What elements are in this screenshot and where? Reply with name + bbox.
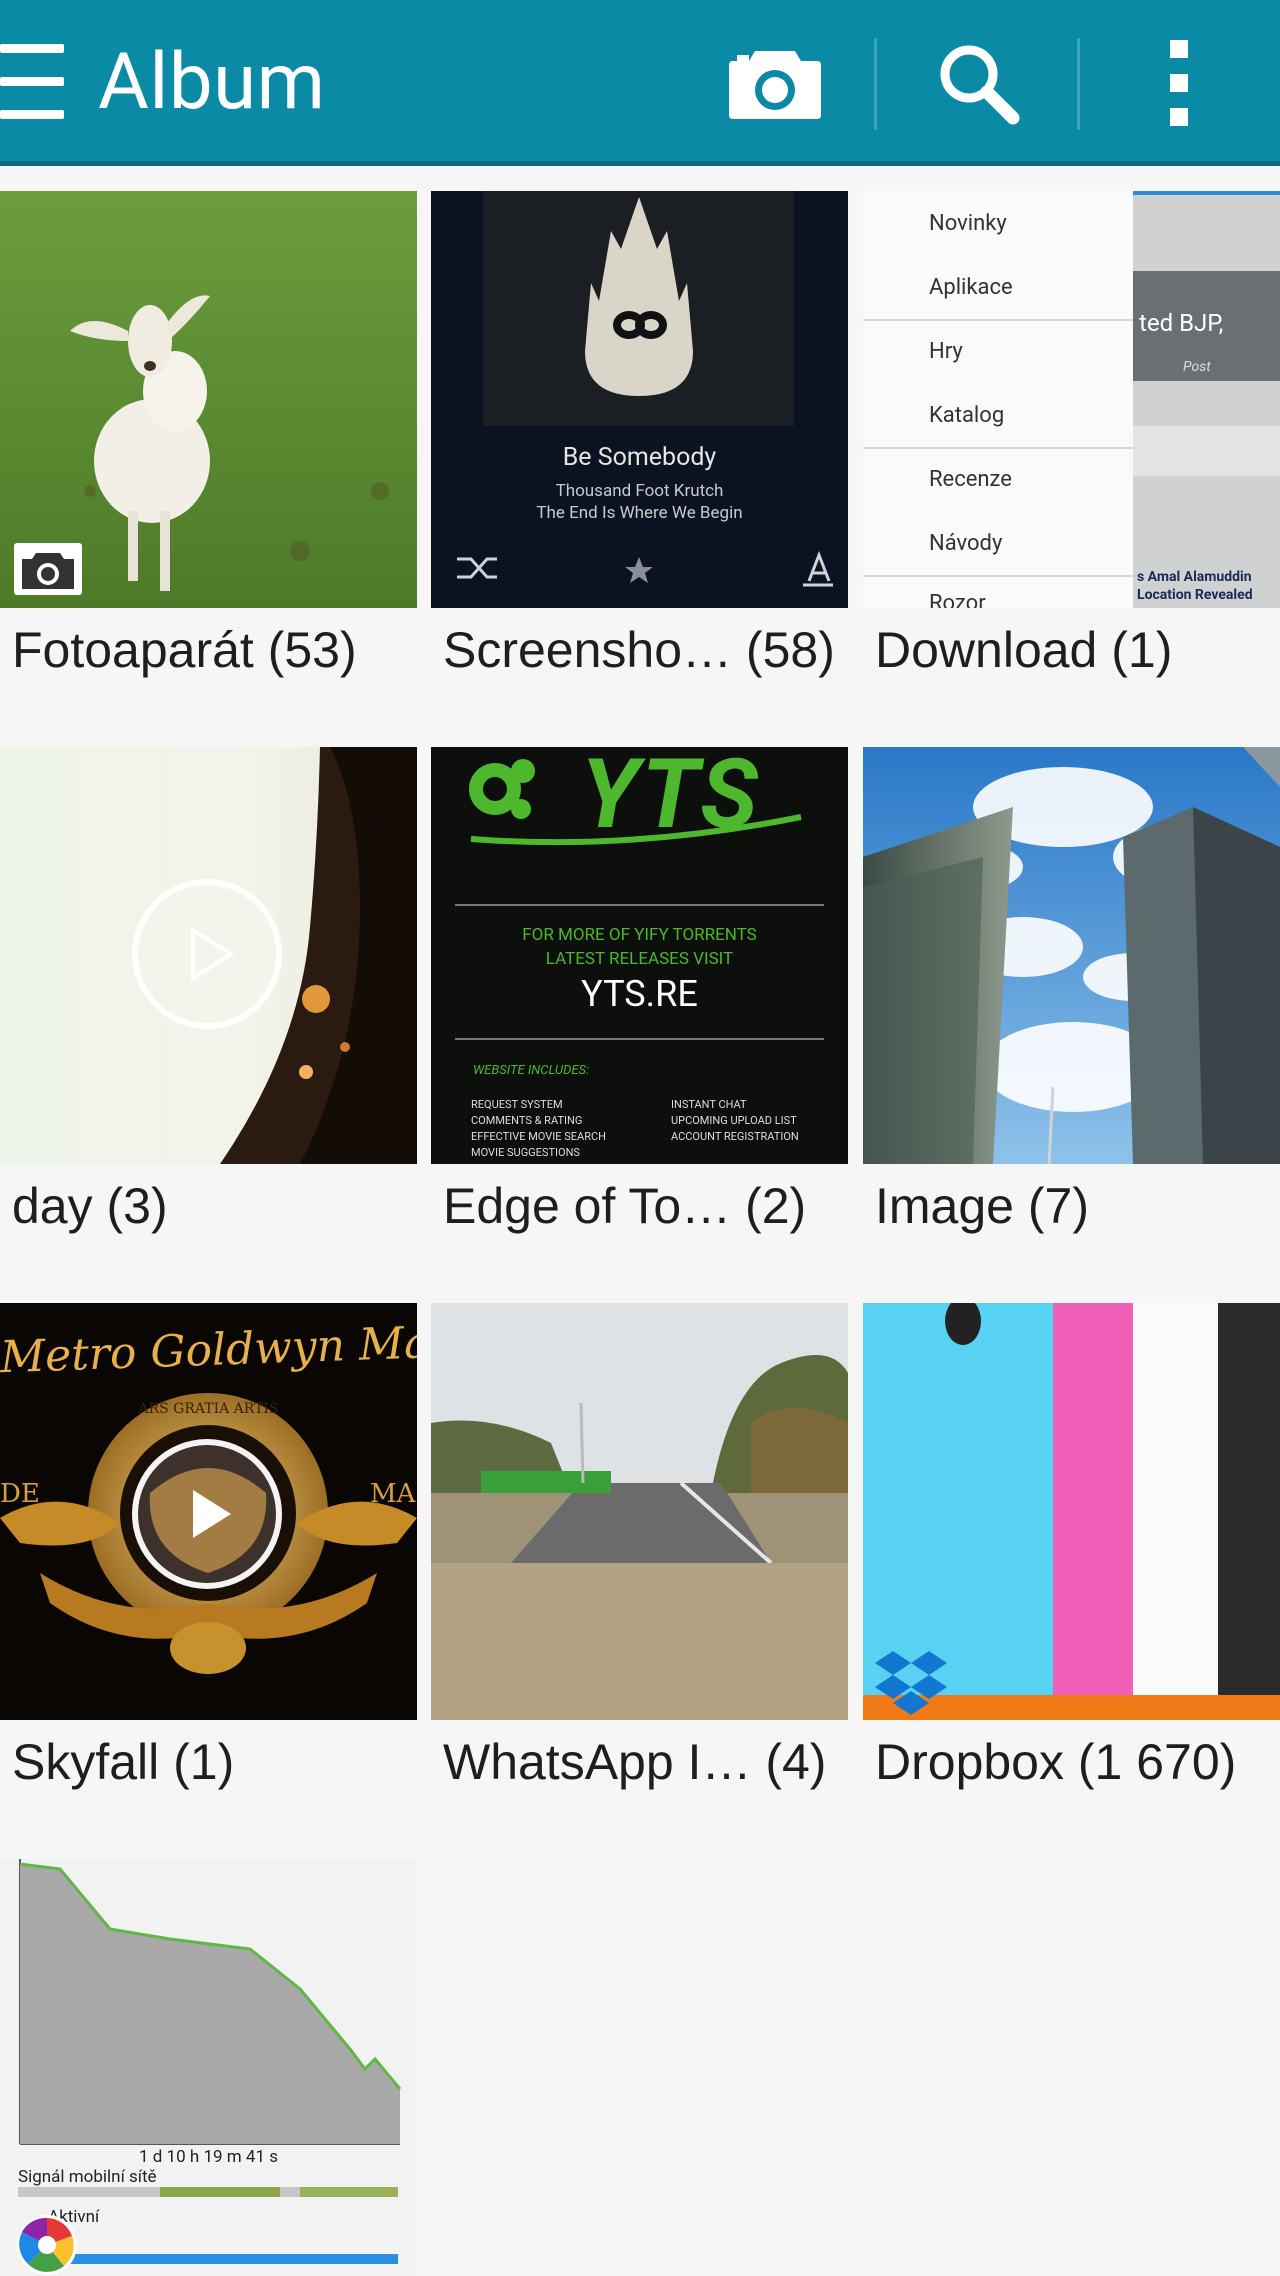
yts-url: YTS.RE — [581, 973, 698, 1015]
yts-feature: MOVIE SUGGESTIONS — [471, 1146, 580, 1159]
more-vert-icon — [1170, 40, 1188, 126]
app-bar: Album — [0, 0, 1280, 166]
more-options-button[interactable] — [1125, 0, 1235, 166]
yts-feature: COMMENTS & RATING — [471, 1114, 583, 1127]
album-label: Dropbox (1 670) — [875, 1734, 1237, 1790]
yts-feature: INSTANT CHAT — [671, 1098, 747, 1111]
menu-icon[interactable] — [0, 44, 64, 120]
play-button[interactable] — [132, 1439, 282, 1589]
album-thumbnail: Be Somebody Thousand Foot Krutch The End… — [431, 191, 848, 608]
album-label: Fotoaparát (53) — [12, 622, 357, 678]
mgm-side-text: MA — [370, 1479, 416, 1509]
camera-icon — [729, 51, 821, 119]
album-thumbnail — [0, 747, 417, 1164]
search-icon — [940, 45, 1019, 125]
menu-item: Katalog — [929, 403, 1005, 428]
dropdown-menu: Novinky Aplikace Hry Katalog Recenze Náv… — [863, 191, 1133, 608]
yts-line: LATEST RELEASES VISIT — [545, 949, 734, 969]
album-thumbnail: 1 d 10 h 19 m 41 s Signál mobilní sítě A… — [0, 1859, 417, 2276]
menu-item: Návody — [929, 531, 1003, 556]
album-label: Skyfall (1) — [12, 1734, 235, 1790]
album-label: day (3) — [12, 1178, 168, 1234]
play-icon — [193, 1490, 231, 1538]
yts-line: FOR MORE OF YIFY TORRENTS — [522, 925, 757, 945]
toolbar-divider — [874, 38, 877, 130]
menu-item: Aplikace — [929, 275, 1013, 300]
album-thumbnail — [863, 747, 1280, 1164]
mgm-side-text: DE — [0, 1479, 40, 1509]
yts-feature: REQUEST SYSTEM — [471, 1098, 563, 1111]
album-thumbnail — [863, 1303, 1280, 1720]
shuffle-icon — [457, 557, 497, 579]
news-caption: s Amal Alamuddin — [1137, 569, 1252, 585]
toolbar-divider — [1077, 38, 1080, 130]
battery-signal: Signál mobilní sítě — [18, 2167, 157, 2187]
yts-includes: WEBSITE INCLUDES: — [473, 1063, 590, 1078]
album-label: Edge of To… (2) — [443, 1178, 807, 1234]
star-icon — [625, 557, 653, 583]
play-icon — [191, 926, 235, 982]
menu-item: Hry — [929, 339, 963, 364]
play-button[interactable] — [132, 879, 282, 1029]
yts-feature: ACCOUNT REGISTRATION — [671, 1130, 799, 1143]
album-thumbnail — [431, 1303, 848, 1720]
album-thumbnail: YTS FOR MORE OF YIFY TORRENTS LATEST REL… — [431, 747, 848, 1164]
menu-item: Rozor — [929, 591, 986, 608]
menu-item: Recenze — [929, 467, 1012, 492]
album-label: Download (1) — [875, 622, 1173, 678]
picasa-icon — [17, 2215, 77, 2275]
song-title: Be Somebody — [562, 443, 717, 472]
camera-icon — [14, 543, 82, 595]
album-label: WhatsApp I… (4) — [443, 1734, 827, 1790]
mgm-ribbon: ARS GRATIA ARTIS — [138, 1401, 279, 1417]
menu-item: Novinky — [929, 211, 1007, 236]
font-icon — [803, 550, 833, 587]
album-thumbnail: Metro Goldwyn Mayer DE MA ARS GRATIA ART… — [0, 1303, 417, 1720]
album-label: Screensho… (58) — [443, 622, 835, 678]
yts-feature: EFFECTIVE MOVIE SEARCH — [471, 1130, 606, 1143]
album-thumbnail — [0, 191, 417, 608]
battery-duration: 1 d 10 h 19 m 41 s — [138, 2147, 279, 2167]
search-button[interactable] — [915, 0, 1040, 166]
news-headline: ted BJP, — [1139, 309, 1224, 337]
camera-button[interactable] — [720, 0, 830, 166]
news-meta: Post — [1183, 359, 1211, 375]
song-artist: Thousand Foot Krutch — [555, 481, 724, 501]
album-label: Image (7) — [875, 1178, 1089, 1234]
song-album: The End Is Where We Begin — [536, 503, 743, 523]
yts-logo: YTS — [581, 747, 760, 851]
yts-feature: UPCOMING UPLOAD LIST — [671, 1114, 797, 1127]
dropbox-icon — [875, 1651, 947, 1715]
page-title: Album — [98, 37, 326, 128]
background-page: ted BJP, Post s Amal Alamuddin Location … — [1133, 191, 1280, 608]
news-caption: Location Revealed — [1137, 587, 1253, 603]
album-thumbnail: ted BJP, Post s Amal Alamuddin Location … — [863, 191, 1280, 608]
